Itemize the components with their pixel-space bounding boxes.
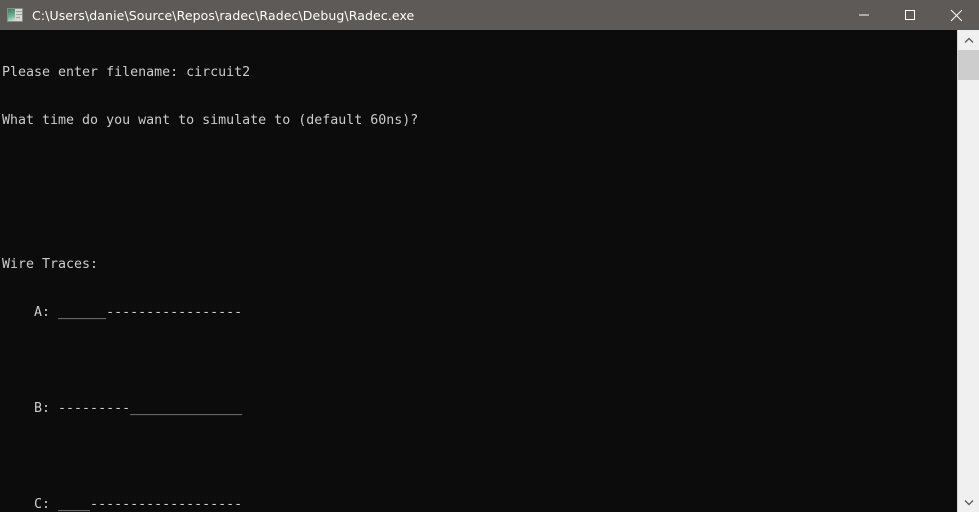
console-output[interactable]: Please enter filename: circuit2 What tim… [0, 30, 957, 512]
window-title: C:\Users\danie\Source\Repos\radec\Radec\… [32, 7, 415, 23]
scroll-down-button[interactable] [958, 492, 979, 512]
minimize-button[interactable] [841, 0, 887, 30]
console-window: C:\Users\danie\Source\Repos\radec\Radec\… [0, 0, 979, 512]
maximize-button[interactable] [887, 0, 933, 30]
scrollbar-thumb[interactable] [958, 50, 979, 80]
scroll-up-button[interactable] [958, 30, 979, 50]
close-button[interactable] [933, 0, 979, 30]
console-line-trace-a: A: ______----------------- [2, 305, 243, 320]
scroll-down-icon [964, 499, 973, 505]
scrollbar-track[interactable] [958, 50, 979, 492]
console-area: Please enter filename: circuit2 What tim… [0, 30, 979, 512]
close-icon [950, 9, 962, 21]
window-controls [841, 0, 979, 30]
vertical-scrollbar[interactable] [957, 30, 979, 512]
minimize-icon [859, 14, 869, 16]
title-bar[interactable]: C:\Users\danie\Source\Repos\radec\Radec\… [0, 0, 979, 30]
console-line-wire-traces-header: Wire Traces: [2, 257, 99, 272]
console-line-trace-c: C: ____------------------- [2, 497, 243, 512]
console-line-trace-b: B: ---------______________ [2, 401, 243, 416]
console-app-icon [7, 8, 23, 22]
console-line: Please enter filename: circuit2 [2, 65, 251, 80]
scroll-up-icon [964, 37, 973, 43]
maximize-icon [905, 10, 915, 20]
console-line: What time do you want to simulate to (de… [2, 113, 419, 128]
